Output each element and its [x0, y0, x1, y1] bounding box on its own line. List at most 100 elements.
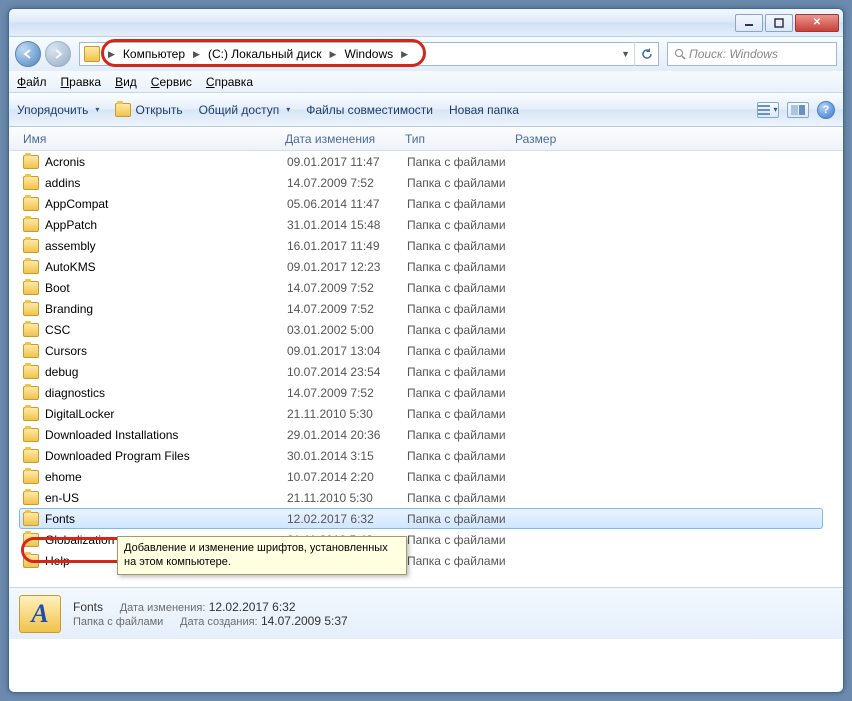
- menu-view[interactable]: Вид: [115, 75, 137, 89]
- file-row[interactable]: en-US21.11.2010 5:30Папка с файлами: [9, 487, 843, 508]
- file-date: 10.07.2014 23:54: [287, 365, 407, 379]
- file-name: Acronis: [45, 155, 85, 169]
- file-row[interactable]: ehome10.07.2014 2:20Папка с файлами: [9, 466, 843, 487]
- file-date: 09.01.2017 12:23: [287, 260, 407, 274]
- file-row[interactable]: Cursors09.01.2017 13:04Папка с файлами: [9, 340, 843, 361]
- file-type: Папка с файлами: [407, 449, 607, 463]
- organize-button[interactable]: Упорядочить: [17, 103, 99, 117]
- file-name: Fonts: [45, 512, 75, 526]
- folder-icon: [23, 344, 39, 358]
- file-date: 10.07.2014 2:20: [287, 470, 407, 484]
- file-row[interactable]: Fonts12.02.2017 6:32Папка с файлами: [19, 508, 823, 529]
- file-row[interactable]: addins14.07.2009 7:52Папка с файлами: [9, 172, 843, 193]
- folder-icon: [23, 239, 39, 253]
- close-button[interactable]: ✕: [795, 14, 839, 32]
- menu-edit[interactable]: Правка: [61, 75, 102, 89]
- refresh-button[interactable]: [634, 42, 658, 66]
- folder-icon: [23, 386, 39, 400]
- address-bar[interactable]: ▶ Компьютер ▶ (C:) Локальный диск ▶ Wind…: [79, 42, 659, 66]
- status-mod-value: 12.02.2017 6:32: [209, 600, 296, 614]
- file-row[interactable]: assembly16.01.2017 11:49Папка с файлами: [9, 235, 843, 256]
- folder-icon: [23, 365, 39, 379]
- column-name[interactable]: Имя: [23, 132, 285, 146]
- status-created-value: 14.07.2009 5:37: [261, 614, 348, 628]
- file-type: Папка с файлами: [407, 176, 607, 190]
- file-row[interactable]: Downloaded Installations 29.01.2014 20:36…: [9, 424, 843, 445]
- open-button[interactable]: Открыть: [115, 103, 182, 117]
- file-row[interactable]: AppCompat05.06.2014 11:47Папка с файлами: [9, 193, 843, 214]
- column-date[interactable]: Дата изменения: [285, 132, 405, 146]
- forward-button[interactable]: [45, 41, 71, 67]
- folder-icon: [23, 176, 39, 190]
- file-type: Папка с файлами: [407, 512, 607, 526]
- file-date: 21.11.2010 5:30: [287, 491, 407, 505]
- preview-pane-button[interactable]: [787, 102, 809, 118]
- share-button[interactable]: Общий доступ: [199, 103, 291, 117]
- chevron-right-icon[interactable]: ▶: [326, 49, 341, 60]
- back-button[interactable]: [15, 41, 41, 67]
- folder-icon: [23, 491, 39, 505]
- file-row[interactable]: debug10.07.2014 23:54Папка с файлами: [9, 361, 843, 382]
- file-row[interactable]: CSC03.01.2002 5:00Папка с файлами: [9, 319, 843, 340]
- column-type[interactable]: Тип: [405, 132, 515, 146]
- file-name: AppCompat: [45, 197, 108, 211]
- breadcrumb-segment[interactable]: Windows: [340, 43, 397, 65]
- fonts-folder-icon: A: [19, 595, 61, 633]
- file-row[interactable]: Boot14.07.2009 7:52Папка с файлами: [9, 277, 843, 298]
- new-folder-button[interactable]: Новая папка: [449, 103, 519, 117]
- column-size[interactable]: Размер: [515, 132, 556, 146]
- chevron-right-icon[interactable]: ▶: [104, 49, 119, 60]
- navigation-bar: ▶ Компьютер ▶ (C:) Локальный диск ▶ Wind…: [9, 37, 843, 71]
- file-name: Downloaded Installations: [45, 428, 178, 442]
- file-date: 14.07.2009 7:52: [287, 176, 407, 190]
- menu-help[interactable]: Справка: [206, 75, 253, 89]
- chevron-right-icon[interactable]: ▶: [189, 49, 204, 60]
- menu-tools[interactable]: Сервис: [151, 75, 192, 89]
- file-list[interactable]: Acronis09.01.2017 11:47Папка с файламиad…: [9, 151, 843, 587]
- folder-open-icon: [115, 103, 131, 117]
- file-date: 31.01.2014 15:48: [287, 218, 407, 232]
- file-name: Help: [45, 554, 70, 568]
- folder-icon: [23, 302, 39, 316]
- breadcrumb-segment[interactable]: (C:) Локальный диск: [204, 43, 326, 65]
- file-row[interactable]: Downloaded Program Files30.01.2014 3:15П…: [9, 445, 843, 466]
- file-row[interactable]: Branding14.07.2009 7:52Папка с файлами: [9, 298, 843, 319]
- maximize-button[interactable]: [765, 14, 793, 32]
- file-type: Папка с файлами: [407, 365, 607, 379]
- file-type: Папка с файлами: [407, 281, 607, 295]
- explorer-window: ✕ ▶ Компьютер ▶ (C:) Локальный диск ▶ Wi…: [8, 8, 844, 693]
- details-pane: A Fonts Дата изменения: 12.02.2017 6:32 …: [9, 587, 843, 639]
- file-date: 30.01.2014 3:15: [287, 449, 407, 463]
- file-name: Boot: [45, 281, 70, 295]
- folder-icon: [84, 46, 100, 62]
- file-date: 16.01.2017 11:49: [287, 239, 407, 253]
- folder-icon: [23, 533, 39, 547]
- file-row[interactable]: DigitalLocker21.11.2010 5:30Папка с файл…: [9, 403, 843, 424]
- file-date: 21.11.2010 5:30: [287, 407, 407, 421]
- help-button[interactable]: ?: [817, 101, 835, 119]
- breadcrumb-segment[interactable]: Компьютер: [119, 43, 189, 65]
- status-created-label: Дата создания:: [180, 616, 258, 628]
- folder-icon: [23, 260, 39, 274]
- folder-icon: [23, 281, 39, 295]
- file-type: Папка с файлами: [407, 302, 607, 316]
- file-type: Папка с файлами: [407, 239, 607, 253]
- file-row[interactable]: Acronis09.01.2017 11:47Папка с файлами: [9, 151, 843, 172]
- status-name: Fonts: [73, 600, 103, 614]
- file-row[interactable]: diagnostics14.07.2009 7:52Папка с файлам…: [9, 382, 843, 403]
- file-row[interactable]: AutoKMS09.01.2017 12:23Папка с файлами: [9, 256, 843, 277]
- compat-files-button[interactable]: Файлы совместимости: [306, 103, 433, 117]
- history-dropdown[interactable]: ▼: [617, 49, 634, 59]
- tooltip: Добавление и изменение шрифтов, установл…: [117, 536, 407, 575]
- file-name: AutoKMS: [45, 260, 96, 274]
- search-input[interactable]: Поиск: Windows: [667, 42, 837, 66]
- toolbar: Упорядочить Открыть Общий доступ Файлы с…: [9, 93, 843, 127]
- file-type: Папка с файлами: [407, 470, 607, 484]
- file-date: 29.01.2014 20:36: [287, 428, 407, 442]
- view-options-button[interactable]: [757, 102, 779, 118]
- menu-file[interactable]: Файл: [17, 75, 47, 89]
- file-row[interactable]: AppPatch31.01.2014 15:48Папка с файлами: [9, 214, 843, 235]
- file-name: Branding: [45, 302, 93, 316]
- minimize-button[interactable]: [735, 14, 763, 32]
- chevron-right-icon[interactable]: ▶: [397, 49, 412, 60]
